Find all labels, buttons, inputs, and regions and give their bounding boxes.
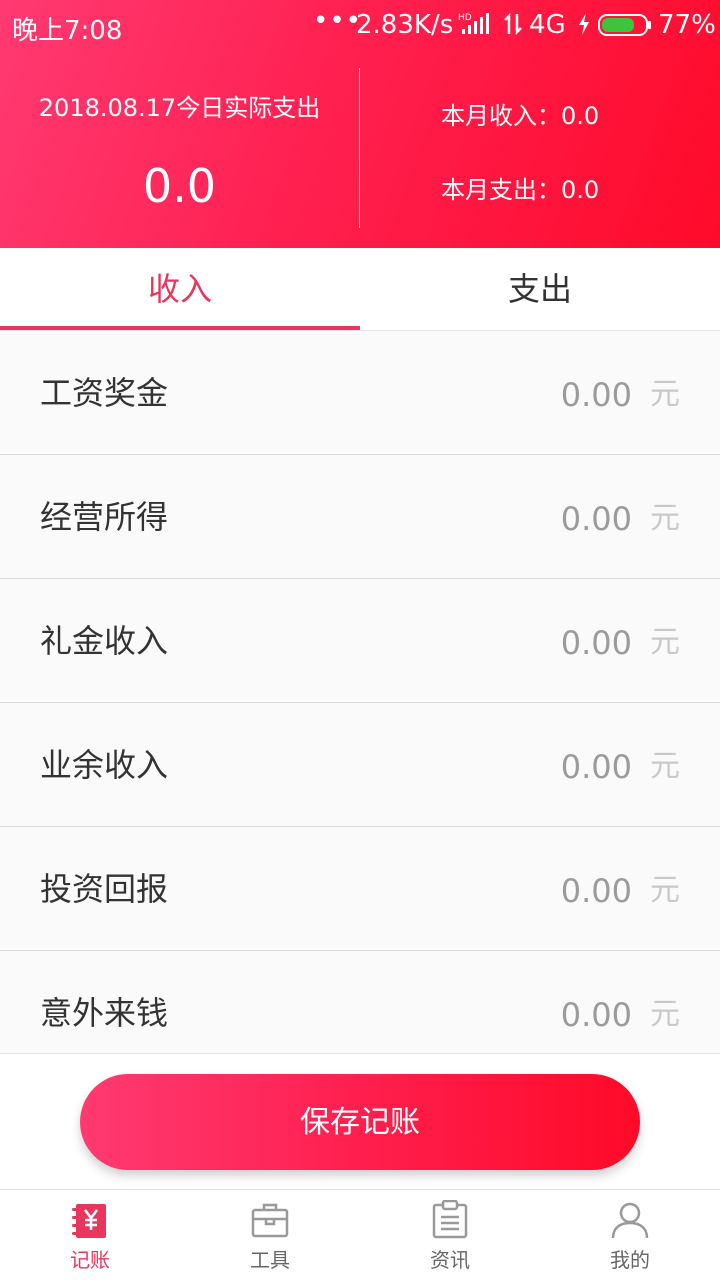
item-label: 礼金收入	[40, 622, 169, 660]
tab-income[interactable]: 收入	[0, 248, 360, 330]
status-time: 晚上7:08	[12, 16, 123, 46]
ledger-page: 晚上7:08 ••• 2.83K/s HD 4G 77% 2018.08.17今…	[0, 0, 720, 1280]
amount-input[interactable]: 0.00	[561, 745, 632, 789]
nav-label: 我的	[610, 1248, 650, 1272]
month-income: 本月收入：0.0	[441, 102, 600, 130]
amount-input[interactable]: 0.00	[561, 869, 632, 913]
save-record-button[interactable]: 保存记账	[80, 1074, 640, 1170]
nav-item-tools[interactable]: 工具	[180, 1190, 360, 1280]
amount-input[interactable]: 0.00	[561, 621, 632, 665]
month-expense: 本月支出：0.0	[441, 176, 600, 204]
list-item[interactable]: 意外来钱 0.00 元	[0, 951, 720, 1053]
category-list[interactable]: 工资奖金 0.00 元 经营所得 0.00 元 礼金收入 0.00 元 业余收入…	[0, 331, 720, 1053]
list-item[interactable]: 投资回报 0.00 元	[0, 827, 720, 951]
item-unit: 元	[650, 501, 680, 536]
status-bar: 晚上7:08 ••• 2.83K/s HD 4G 77%	[0, 0, 720, 50]
nav-label: 工具	[250, 1248, 290, 1272]
item-label: 投资回报	[40, 870, 169, 908]
battery-icon	[598, 13, 652, 43]
amount-input[interactable]: 0.00	[561, 373, 632, 417]
summary-divider	[359, 68, 360, 228]
list-item[interactable]: 礼金收入 0.00 元	[0, 579, 720, 703]
item-label: 意外来钱	[40, 994, 169, 1032]
item-unit: 元	[650, 625, 680, 660]
item-unit: 元	[650, 873, 680, 908]
item-unit: 元	[650, 749, 680, 784]
list-item[interactable]: 工资奖金 0.00 元	[0, 331, 720, 455]
item-label: 工资奖金	[40, 374, 169, 412]
today-summary: 2018.08.17今日实际支出 0.0	[0, 88, 359, 216]
type-tabs: 收入 支出	[0, 248, 720, 331]
charging-icon	[577, 12, 591, 43]
hd-signal-icon: HD	[458, 12, 490, 43]
list-item[interactable]: 业余收入 0.00 元	[0, 703, 720, 827]
nav-item-news[interactable]: 资讯	[360, 1190, 540, 1280]
amount-input[interactable]: 0.00	[561, 497, 632, 541]
network-speed: 2.83K/s	[356, 10, 454, 40]
toolbox-icon	[250, 1200, 290, 1240]
today-expense-amount: 0.0	[142, 159, 217, 213]
amount-input[interactable]: 0.00	[561, 993, 632, 1037]
today-date-label: 2018.08.17今日实际支出	[38, 94, 321, 122]
item-label: 业余收入	[40, 746, 169, 784]
item-unit: 元	[650, 997, 680, 1032]
nav-label: 记账	[70, 1248, 110, 1272]
svg-text:HD: HD	[458, 13, 472, 23]
item-unit: 元	[650, 377, 680, 412]
item-label: 经营所得	[40, 498, 169, 536]
bottom-nav: 记账 工具 资讯 我的	[0, 1189, 720, 1280]
nav-label: 资讯	[430, 1248, 470, 1272]
person-icon	[610, 1200, 650, 1240]
nav-item-mine[interactable]: 我的	[540, 1190, 720, 1280]
tab-expense[interactable]: 支出	[360, 248, 720, 330]
battery-percent: 77%	[658, 10, 716, 40]
save-area: 保存记账	[0, 1053, 720, 1190]
network-type: 4G	[529, 10, 566, 40]
notification-dots: •••	[313, 6, 363, 36]
clipboard-icon	[430, 1199, 470, 1240]
list-item[interactable]: 经营所得 0.00 元	[0, 455, 720, 579]
ledger-icon	[70, 1200, 110, 1240]
nav-item-ledger[interactable]: 记账	[0, 1190, 180, 1280]
tab-indicator	[0, 326, 360, 330]
data-arrows-icon	[504, 12, 524, 43]
header: 晚上7:08 ••• 2.83K/s HD 4G 77% 2018.08.17今…	[0, 0, 720, 248]
